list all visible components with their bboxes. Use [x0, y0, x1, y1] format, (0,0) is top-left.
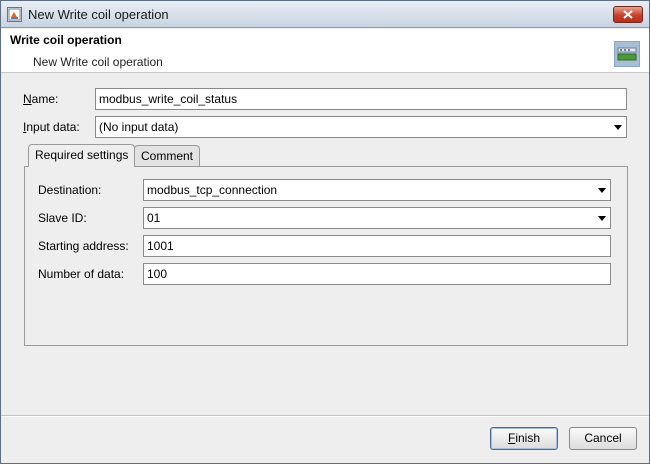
chevron-down-icon[interactable]: [598, 216, 606, 221]
title-bar[interactable]: New Write coil operation: [1, 1, 649, 28]
input-data-label: Input data:: [23, 120, 80, 134]
slave-id-select[interactable]: 01: [143, 207, 611, 229]
window-title: New Write coil operation: [28, 7, 169, 22]
close-button[interactable]: [613, 6, 643, 23]
slave-id-label: Slave ID:: [38, 211, 87, 225]
cancel-button[interactable]: Cancel: [569, 427, 637, 450]
close-icon: [623, 10, 633, 19]
operation-icon: [614, 41, 640, 67]
header-title: Write coil operation: [10, 33, 122, 47]
input-data-select[interactable]: (No input data): [95, 116, 627, 138]
destination-select[interactable]: modbus_tcp_connection: [143, 179, 611, 201]
dialog-header: Write coil operation New Write coil oper…: [1, 29, 649, 73]
tab-required-settings[interactable]: Required settings: [28, 144, 136, 167]
starting-address-input[interactable]: 1001: [143, 235, 611, 257]
number-of-data-label: Number of data:: [38, 267, 125, 281]
chevron-down-icon[interactable]: [614, 125, 622, 130]
header-subtitle: New Write coil operation: [33, 55, 163, 69]
destination-label: Destination:: [38, 183, 102, 197]
number-of-data-input[interactable]: 100: [143, 263, 611, 285]
name-input[interactable]: modbus_write_coil_status: [95, 88, 627, 110]
name-label: Name:: [23, 92, 59, 106]
app-window-icon: [7, 7, 22, 22]
chevron-down-icon[interactable]: [598, 188, 606, 193]
starting-address-label: Starting address:: [38, 239, 129, 253]
tab-comment[interactable]: Comment: [134, 145, 201, 167]
footer-separator: [1, 415, 649, 417]
finish-button[interactable]: Finish: [490, 427, 558, 450]
dialog-window: New Write coil operation Write coil oper…: [0, 0, 650, 464]
